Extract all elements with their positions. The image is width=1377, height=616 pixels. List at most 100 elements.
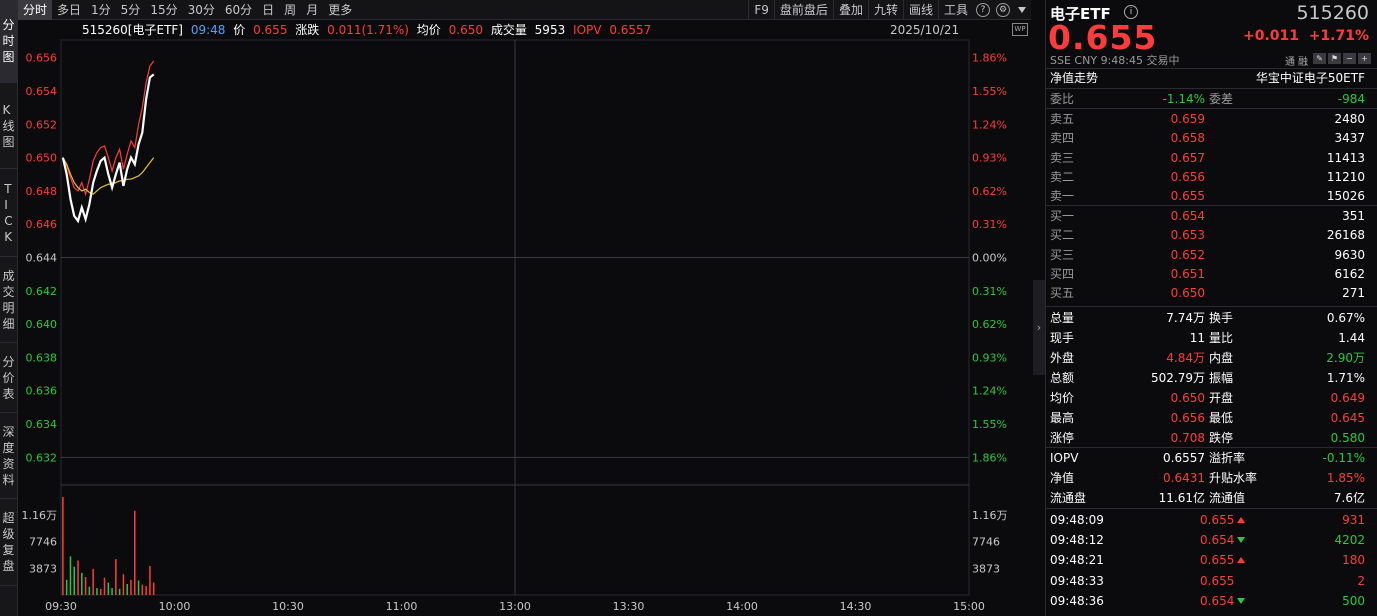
stats-row: 均价 0.650 开盘 0.649 xyxy=(1046,388,1377,408)
left-tab-0[interactable]: 分时图 xyxy=(0,0,17,83)
bids-row[interactable]: 买一 0.654 351 xyxy=(1046,206,1377,226)
price-tick-label: 0.648 xyxy=(26,185,58,198)
period-tab[interactable]: 月 xyxy=(301,0,323,20)
volume-tick-label: 7746 xyxy=(29,536,57,549)
price-tick-label: 0.642 xyxy=(26,285,58,298)
asks-row[interactable]: 卖三 0.657 11413 xyxy=(1046,148,1377,168)
pct-tick-label: 0.93% xyxy=(972,152,1007,165)
stats-row: 总额 502.79万 振幅 1.71% xyxy=(1046,368,1377,388)
asks-label: 卖二 xyxy=(1050,169,1075,184)
time-tick-label: 14:00 xyxy=(726,600,758,613)
left-tab-6[interactable]: 超级复盘 xyxy=(0,499,17,586)
period-tab[interactable]: 分时 xyxy=(18,0,53,20)
stats-label: 总额 xyxy=(1050,371,1075,385)
tick-price: 0.655 xyxy=(1200,550,1246,570)
help-icon[interactable]: ? xyxy=(976,3,990,17)
period-tab[interactable]: 多日 xyxy=(52,0,86,20)
left-tab-3[interactable]: 成交明细 xyxy=(0,257,17,343)
pct-tick-label: 0.31% xyxy=(972,285,1007,298)
left-tab-4[interactable]: 分价表 xyxy=(0,343,17,413)
asks-row[interactable]: 卖五 0.659 2480 xyxy=(1046,109,1377,129)
left-tab-2[interactable]: TICK xyxy=(0,169,17,257)
stats-value: 7.74万 xyxy=(1166,311,1205,325)
bids-price: 0.654 xyxy=(1170,209,1205,223)
period-tab[interactable]: 60分 xyxy=(220,0,257,20)
tick-volume: 180 xyxy=(1342,553,1365,568)
pct-tick-label: 1.55% xyxy=(972,418,1007,431)
divider-line xyxy=(1046,306,1377,307)
plus-icon[interactable]: + xyxy=(1358,53,1371,64)
price-tick-label: 0.636 xyxy=(26,385,58,398)
asks-label: 卖五 xyxy=(1050,112,1075,126)
left-tab-label: 深度资料 xyxy=(2,424,15,487)
intraday-chart[interactable]: 0.656 1.86% 0.654 1.55% 0.652 1.24% 0.650 0.93%… xyxy=(18,20,1031,616)
tick-time: 09:48:09 xyxy=(1050,513,1104,527)
f9-button[interactable]: F9 xyxy=(748,0,774,20)
period-tab[interactable]: 更多 xyxy=(323,0,357,20)
divider-line xyxy=(1046,508,1377,509)
price-tick-label: 0.638 xyxy=(26,351,58,364)
price-tick-label: 0.632 xyxy=(26,451,58,464)
bids-row[interactable]: 买四 0.651 6162 xyxy=(1046,264,1377,284)
bids-row[interactable]: 买五 0.650 271 xyxy=(1046,283,1377,303)
tick-volume: 500 xyxy=(1342,593,1365,608)
wb-label: 委比 xyxy=(1050,92,1075,106)
price-tick-label: 0.652 xyxy=(26,118,58,131)
bids-row[interactable]: 买二 0.653 26168 xyxy=(1046,225,1377,245)
stats-label: 换手 xyxy=(1209,311,1234,325)
edit-icon[interactable]: ✎ xyxy=(1313,53,1326,64)
asks-price: 0.657 xyxy=(1170,150,1205,165)
period-tab[interactable]: 5分 xyxy=(116,0,146,20)
stats-label: 内盘 xyxy=(1209,351,1234,365)
jiuzhuan-button[interactable]: 九转 xyxy=(867,0,903,20)
left-tab-5[interactable]: 深度资料 xyxy=(0,413,17,499)
quote-mini-buttons: 通 融 ✎ ⚑ − + xyxy=(1285,53,1371,68)
bids-volume: 9630 xyxy=(1334,247,1365,262)
price-tick-label: 0.650 xyxy=(26,152,58,165)
asks-row[interactable]: 卖二 0.656 11210 xyxy=(1046,167,1377,187)
settings-icon[interactable]: ⚙ xyxy=(996,3,1010,17)
period-tabs: 分时 多日 1分 5分 15分 30分 60分日周月更多 xyxy=(18,0,357,20)
stats-row: 涨停 0.708 跌停 0.580 xyxy=(1046,428,1377,448)
tick-time: 09:48:12 xyxy=(1050,533,1104,548)
price-tick-label: 0.646 xyxy=(26,218,58,231)
tools-button[interactable]: 工具 xyxy=(937,0,973,20)
period-tab[interactable]: 1分 xyxy=(86,0,116,20)
tick-price: 0.655 xyxy=(1200,571,1234,591)
price-tick-label: 0.654 xyxy=(26,85,58,98)
arrow-down-icon xyxy=(1237,537,1246,544)
alert-icon[interactable]: ⚑ xyxy=(1328,53,1341,64)
time-tick-label: 15:00 xyxy=(953,600,985,613)
tick-price-value: 0.655 xyxy=(1200,553,1235,568)
bids-label: 买五 xyxy=(1050,286,1075,301)
period-tab[interactable]: 15分 xyxy=(145,0,182,20)
left-tab-1[interactable]: K线图 xyxy=(0,83,17,169)
quote-time: 9:48:45 xyxy=(1100,54,1143,67)
wc-label: 委差 xyxy=(1209,92,1234,106)
tick-time: 09:48:36 xyxy=(1050,593,1104,608)
stats-label: 最低 xyxy=(1209,411,1234,425)
stats2-label: 溢折率 xyxy=(1209,451,1246,465)
stats-value: 0.650 xyxy=(1170,391,1205,405)
stats-value: 2.90万 xyxy=(1326,351,1365,365)
draw-line-button[interactable]: 画线 xyxy=(902,0,938,20)
pct-tick-label: 0.62% xyxy=(972,318,1007,331)
period-tab[interactable]: 日 xyxy=(257,0,279,20)
stats-value: 0.67% xyxy=(1326,311,1365,325)
premarket-button[interactable]: 盘前盘后 xyxy=(773,0,833,20)
asks-price: 0.656 xyxy=(1170,169,1205,184)
asks-price: 0.655 xyxy=(1170,189,1205,204)
nav-trend-row[interactable]: 净值走势 华宝中证电子50ETF xyxy=(1046,68,1377,88)
bids-row[interactable]: 买三 0.652 9630 xyxy=(1046,245,1377,265)
period-bar: 分时 多日 1分 5分 15分 30分 60分日周月更多 F9 盘前盘后 叠加 九转 画线 … xyxy=(18,0,1031,20)
period-tab[interactable]: 30分 xyxy=(183,0,220,20)
dropdown-icon[interactable] xyxy=(1018,7,1026,13)
minus-icon[interactable]: − xyxy=(1343,53,1356,64)
collapse-panel-handle[interactable]: › xyxy=(1033,280,1045,375)
info-icon[interactable]: i xyxy=(1124,5,1138,19)
period-tab[interactable]: 周 xyxy=(279,0,301,20)
asks-row[interactable]: 卖四 0.658 3437 xyxy=(1046,128,1377,148)
stats2-row: 流通盘 11.61亿 流通值 7.6亿 xyxy=(1046,488,1377,508)
overlay-button[interactable]: 叠加 xyxy=(832,0,868,20)
asks-row[interactable]: 卖一 0.655 15026 xyxy=(1046,186,1377,206)
